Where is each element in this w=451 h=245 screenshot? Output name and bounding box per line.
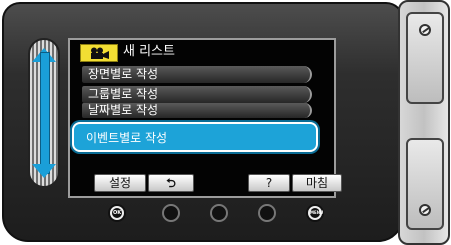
movie-camera-icon xyxy=(80,44,118,62)
lcd-hinge xyxy=(398,0,450,245)
menu-item-by-scene[interactable]: 장면별로 작성 xyxy=(82,66,312,83)
menu-item-by-group[interactable]: 그룹별로 작성 xyxy=(82,86,312,103)
back-button[interactable]: ⮌ xyxy=(148,174,194,192)
menu-hardware-button[interactable]: MENU xyxy=(306,204,324,222)
ok-hardware-button[interactable]: OK xyxy=(108,204,126,222)
scroll-slider[interactable] xyxy=(28,38,60,188)
menu-item-by-event-selected[interactable]: 이벤트별로 작성 xyxy=(72,122,318,152)
hinge-bottom-block xyxy=(406,138,444,230)
screw-icon xyxy=(419,24,431,36)
menu-label: MENU xyxy=(310,208,323,218)
ok-label: OK xyxy=(112,208,122,218)
page-title: 새 리스트 xyxy=(123,44,175,59)
quit-button[interactable]: 마침 xyxy=(292,174,342,192)
hardware-button-4[interactable] xyxy=(258,204,276,222)
hinge-top-block xyxy=(406,12,444,104)
scroll-track xyxy=(40,52,50,174)
help-button[interactable]: ? xyxy=(248,174,290,192)
scroll-down-arrow-icon[interactable] xyxy=(32,164,56,178)
settings-button[interactable]: 설정 xyxy=(94,174,146,192)
hardware-button-2[interactable] xyxy=(162,204,180,222)
menu-item-by-date[interactable]: 날짜별로 작성 xyxy=(82,103,312,118)
screw-icon xyxy=(419,204,431,216)
hardware-button-3[interactable] xyxy=(210,204,228,222)
